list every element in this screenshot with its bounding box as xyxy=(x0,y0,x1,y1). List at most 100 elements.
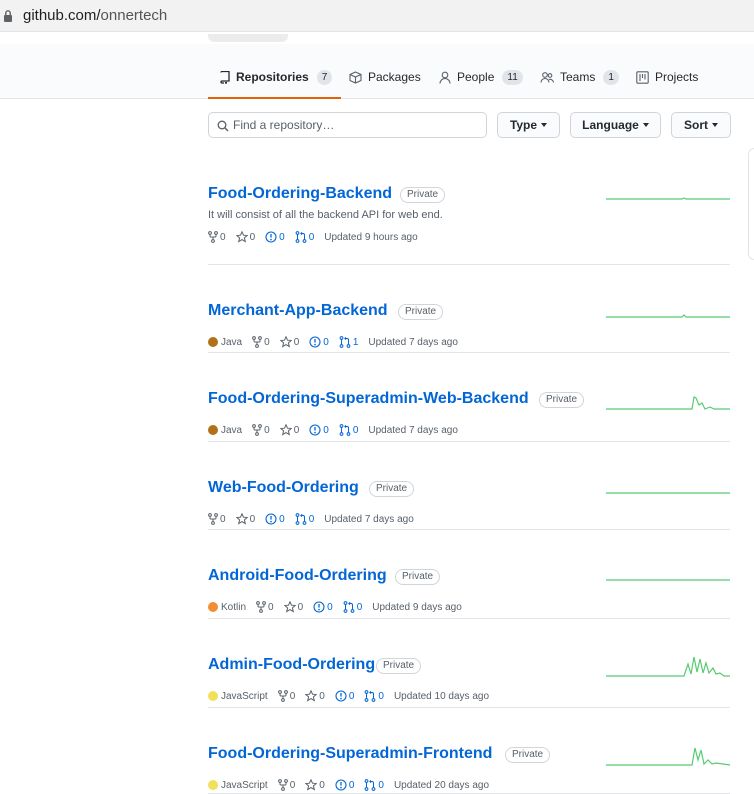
tab-label: Teams xyxy=(560,70,596,84)
repo-language: Kotlin xyxy=(208,602,246,613)
search-icon xyxy=(217,120,229,132)
repo-pulls[interactable]: 0 xyxy=(364,779,384,791)
repo-pulls[interactable]: 0 xyxy=(295,231,315,243)
issues-count: 0 xyxy=(279,231,285,243)
activity-sparkline xyxy=(606,656,730,677)
repo-issues[interactable]: 0 xyxy=(313,601,333,613)
activity-sparkline xyxy=(606,314,730,318)
repo-forks[interactable]: 0 xyxy=(208,513,226,525)
stars-count: 0 xyxy=(249,231,256,243)
visibility-badge: Private xyxy=(376,658,422,674)
language-dropdown-label: Language xyxy=(582,118,639,132)
repo-search-input[interactable] xyxy=(233,116,478,134)
stars-count: 0 xyxy=(319,690,325,702)
repo-name-link[interactable]: Web-Food-Ordering xyxy=(208,479,359,497)
repo-language-label: Java xyxy=(221,424,243,436)
fork-icon xyxy=(277,690,288,702)
repo-stars[interactable]: 0 xyxy=(305,779,325,791)
browser-address-bar[interactable]: github.com/onnertech xyxy=(0,0,754,32)
repo-meta: JavaScript 0 0 0 0 Updated 10 days ago xyxy=(208,689,499,703)
sparkline-path xyxy=(606,314,730,318)
pull-request-icon xyxy=(295,231,307,243)
forks-count: 0 xyxy=(289,779,296,791)
stars-count: 0 xyxy=(293,424,300,436)
repo-pulls[interactable]: 0 xyxy=(364,690,384,702)
repo-stars[interactable]: 0 xyxy=(279,336,300,348)
repo-pulls[interactable]: 0 xyxy=(339,424,358,436)
repo-stars[interactable]: 0 xyxy=(235,513,255,525)
activity-sparkline xyxy=(606,579,730,581)
repo-language: JavaScript xyxy=(208,780,268,791)
repo-name-link[interactable]: Admin-Food-Ordering xyxy=(208,656,375,674)
star-icon xyxy=(305,690,318,702)
repo-pulls[interactable]: 0 xyxy=(295,513,314,525)
issues-count: 0 xyxy=(323,424,329,436)
forks-count: 0 xyxy=(220,513,226,525)
repo-stars[interactable]: 0 xyxy=(235,231,256,243)
fork-icon xyxy=(252,424,263,436)
repo-stars[interactable]: 0 xyxy=(305,690,325,702)
repo-name-link[interactable]: Merchant-App-Backend xyxy=(208,302,388,320)
pulls-count: 0 xyxy=(308,231,315,243)
language-dropdown[interactable]: Language xyxy=(570,112,661,138)
repo-name-link[interactable]: Food-Ordering-Superadmin-Frontend xyxy=(208,745,492,763)
repo-meta: 0 0 0 0 Updated 7 days ago xyxy=(208,512,424,526)
repo-issues[interactable]: 0 xyxy=(265,231,285,243)
star-icon xyxy=(235,231,248,243)
repo-list-item: Android-Food-Ordering Private Kotlin 0 0 0 0 Up… xyxy=(208,530,730,619)
repo-icon xyxy=(220,71,230,84)
language-color-dot xyxy=(208,780,218,790)
forks-count: 0 xyxy=(220,231,226,243)
tab-packages[interactable]: Packages xyxy=(349,70,421,99)
issue-icon xyxy=(309,424,321,436)
fork-icon xyxy=(208,231,218,243)
repo-language: JavaScript xyxy=(208,691,268,702)
tab-teams[interactable]: Teams 1 xyxy=(540,70,619,99)
pulls-count: 0 xyxy=(378,690,384,702)
tab-people[interactable]: People 11 xyxy=(439,70,523,99)
tab-repositories[interactable]: Repositories 7 xyxy=(208,70,342,99)
sparkline-path xyxy=(606,197,730,200)
repo-issues[interactable]: 0 xyxy=(335,779,354,791)
caret-down-icon xyxy=(541,123,548,127)
issue-icon xyxy=(265,231,277,243)
stars-count: 0 xyxy=(293,336,300,348)
forks-count: 0 xyxy=(264,424,270,436)
issues-count: 0 xyxy=(327,601,333,613)
visibility-badge: Private xyxy=(505,747,551,763)
tab-projects[interactable]: Projects xyxy=(636,70,698,99)
repo-issues[interactable]: 0 xyxy=(265,513,285,525)
repo-stars[interactable]: 0 xyxy=(283,601,303,613)
activity-sparkline xyxy=(606,396,730,410)
repo-forks[interactable]: 0 xyxy=(256,601,274,613)
repo-issues[interactable]: 0 xyxy=(309,424,329,436)
repo-pulls[interactable]: 0 xyxy=(343,601,362,613)
repo-updated: Updated 7 days ago xyxy=(368,424,458,436)
sparkline-path xyxy=(606,747,730,766)
tab-label: Projects xyxy=(655,70,699,84)
repo-stars[interactable]: 0 xyxy=(279,424,300,436)
repo-search-box[interactable] xyxy=(208,112,487,138)
repo-pulls[interactable]: 1 xyxy=(339,336,358,348)
sort-dropdown[interactable]: Sort xyxy=(671,112,731,138)
repo-forks[interactable]: 0 xyxy=(208,231,226,243)
repo-forks[interactable]: 0 xyxy=(252,336,270,348)
repo-forks[interactable]: 0 xyxy=(277,779,296,791)
repo-name-link[interactable]: Food-Ordering-Superadmin-Web-Backend xyxy=(208,390,529,408)
url-text: github.com/onnertech xyxy=(23,7,167,24)
repo-meta: Kotlin 0 0 0 0 Updated 9 days ago xyxy=(208,600,472,614)
issues-count: 0 xyxy=(279,513,285,525)
repo-issues[interactable]: 0 xyxy=(335,690,354,702)
repo-forks[interactable]: 0 xyxy=(252,424,270,436)
repo-forks[interactable]: 0 xyxy=(277,690,295,702)
repo-updated: Updated 20 days ago xyxy=(393,779,490,791)
repo-name-link[interactable]: Food-Ordering-Backend xyxy=(208,185,392,203)
stars-count: 0 xyxy=(319,779,325,791)
repo-list-item: Web-Food-Ordering Private 0 0 0 0 Updated 7 da… xyxy=(208,442,730,530)
issue-icon xyxy=(313,601,325,613)
repo-issues[interactable]: 0 xyxy=(309,336,329,348)
type-dropdown[interactable]: Type xyxy=(497,112,560,138)
fork-icon xyxy=(277,779,288,791)
repo-name-link[interactable]: Android-Food-Ordering xyxy=(208,567,387,585)
repo-meta: Java 0 0 0 1 Updated 7 days ago xyxy=(208,335,468,349)
